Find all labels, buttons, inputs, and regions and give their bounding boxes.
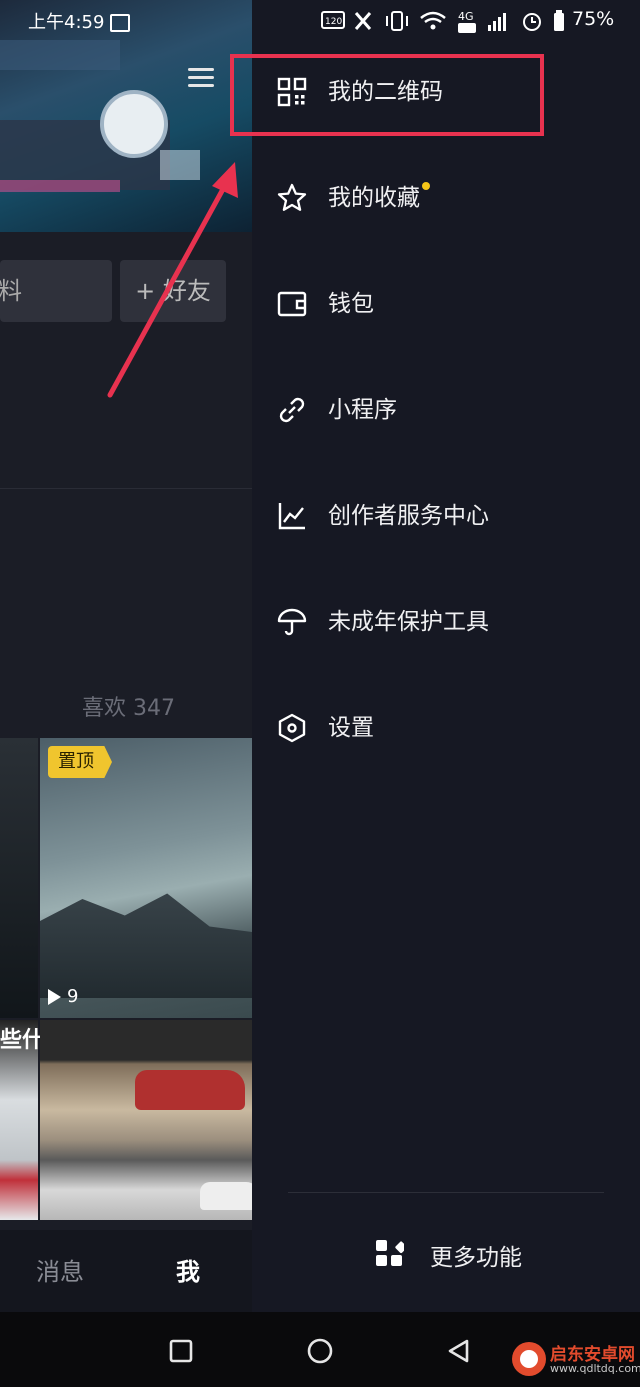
video-caption: 些什 — [0, 1028, 45, 1053]
video-thumbnail[interactable] — [40, 1020, 252, 1220]
notification-dot — [422, 182, 430, 190]
hexagon-settings-icon — [278, 713, 306, 743]
video-thumbnail[interactable] — [40, 738, 252, 1018]
wallet-icon — [277, 291, 307, 317]
umbrella-icon — [277, 608, 307, 636]
status-bar-time: 上午4:59 — [28, 8, 131, 34]
annotation-arrow — [107, 162, 238, 398]
svg-text:120: 120 — [325, 17, 342, 27]
image-icon — [110, 14, 131, 32]
menu-item-mini-programs[interactable]: 小程序 — [276, 380, 616, 440]
battery-percent: 75% — [572, 8, 615, 30]
tab-messages[interactable]: 消息 — [36, 1252, 84, 1287]
menu-item-my-favorites[interactable]: 我的收藏 — [276, 168, 616, 228]
menu-item-label: 创作者服务中心 — [328, 503, 489, 529]
divider — [0, 488, 252, 489]
grid-icon — [376, 1240, 404, 1266]
highlight-box — [230, 54, 544, 136]
more-functions-button[interactable]: 更多功能 — [374, 1236, 574, 1276]
edit-profile-button[interactable]: 料 — [0, 260, 112, 322]
play-icon — [48, 989, 61, 1005]
star-icon — [277, 183, 307, 211]
back-button[interactable] — [446, 1338, 472, 1364]
home-button[interactable] — [306, 1338, 334, 1366]
divider — [288, 1192, 604, 1193]
watermark-logo — [512, 1342, 546, 1376]
chart-icon — [278, 503, 305, 530]
menu-item-minor-protection[interactable]: 未成年保护工具 — [276, 592, 616, 652]
status-bar-icons: 120 4G 75% — [320, 6, 620, 36]
video-thumbnail[interactable] — [0, 738, 38, 1018]
menu-item-creator-center[interactable]: 创作者服务中心 — [276, 486, 616, 546]
menu-item-label: 我的收藏 — [328, 185, 420, 211]
recent-apps-button[interactable] — [168, 1338, 194, 1364]
pinned-badge: 置顶 — [48, 746, 112, 778]
hamburger-menu-icon[interactable] — [188, 68, 214, 88]
watermark: 启东安卓网 www.qdltdq.com — [500, 1338, 640, 1387]
menu-item-label: 未成年保护工具 — [328, 609, 489, 635]
tab-me[interactable]: 我 — [176, 1252, 200, 1287]
link-icon — [279, 397, 305, 423]
more-functions-label: 更多功能 — [430, 1245, 522, 1271]
menu-item-settings[interactable]: 设置 — [276, 698, 616, 758]
menu-item-label: 设置 — [328, 715, 374, 741]
play-count: 9 — [48, 986, 78, 1007]
menu-item-label: 钱包 — [328, 291, 374, 317]
network-label: 4G — [458, 10, 474, 23]
likes-tab[interactable]: 喜欢 347 — [82, 690, 175, 722]
menu-item-wallet[interactable]: 钱包 — [276, 274, 616, 334]
menu-item-label: 小程序 — [328, 397, 397, 423]
